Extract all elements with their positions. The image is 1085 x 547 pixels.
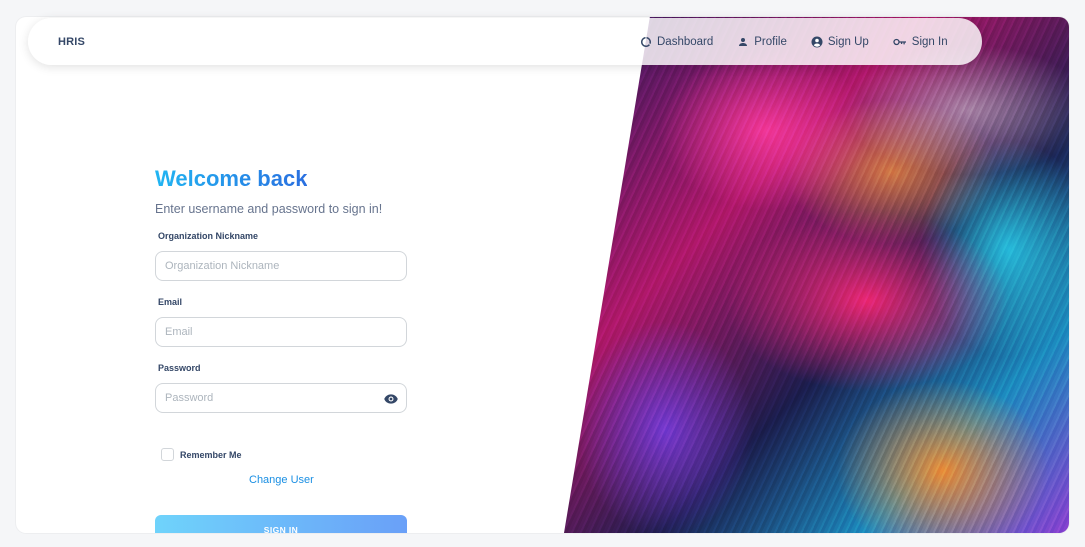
email-label: Email	[158, 297, 183, 307]
email-field-wrapper	[155, 317, 407, 347]
org-nickname-label: Organization Nickname	[158, 231, 259, 241]
password-label: Password	[158, 363, 201, 373]
nav-item-profile[interactable]: Profile	[737, 36, 787, 48]
change-user-link[interactable]: Change User	[249, 474, 314, 486]
remember-me-label[interactable]: Remember Me	[180, 450, 242, 460]
nav-item-sign-up-label: Sign Up	[827, 35, 869, 48]
page-title: Welcome back	[155, 164, 307, 194]
brand-logo[interactable]: HRIS	[58, 36, 85, 48]
top-navbar: HRIS Dashboard Profile Sign Up Sign In	[28, 18, 982, 65]
page-frame: Welcome back Enter username and password…	[16, 17, 1069, 533]
key-icon	[893, 37, 907, 47]
email-input[interactable]	[156, 318, 365, 346]
sign-in-button[interactable]: SIGN IN	[155, 515, 407, 533]
page-subtitle: Enter username and password to sign in!	[155, 202, 383, 216]
eye-icon[interactable]	[384, 392, 398, 410]
org-nickname-input[interactable]	[156, 252, 365, 280]
nav-item-sign-in[interactable]: Sign In	[893, 36, 948, 48]
dashboard-icon	[640, 36, 652, 48]
decorative-art-panel	[564, 17, 1069, 533]
nav-links: Dashboard Profile Sign Up Sign In	[640, 36, 948, 48]
remember-me-checkbox[interactable]	[161, 448, 174, 461]
nav-item-dashboard-label: Dashboard	[657, 35, 714, 48]
password-input[interactable]	[156, 384, 365, 412]
nav-item-sign-in-label: Sign In	[911, 35, 948, 48]
nav-item-dashboard[interactable]: Dashboard	[640, 36, 713, 48]
person-icon	[737, 36, 749, 48]
nav-item-sign-up[interactable]: Sign Up	[811, 36, 869, 48]
account-circle-icon	[811, 36, 823, 48]
password-field-wrapper	[155, 383, 407, 413]
nav-item-profile-label: Profile	[754, 35, 787, 48]
org-nickname-field-wrapper	[155, 251, 407, 281]
remember-me-row: Remember Me	[161, 448, 242, 461]
